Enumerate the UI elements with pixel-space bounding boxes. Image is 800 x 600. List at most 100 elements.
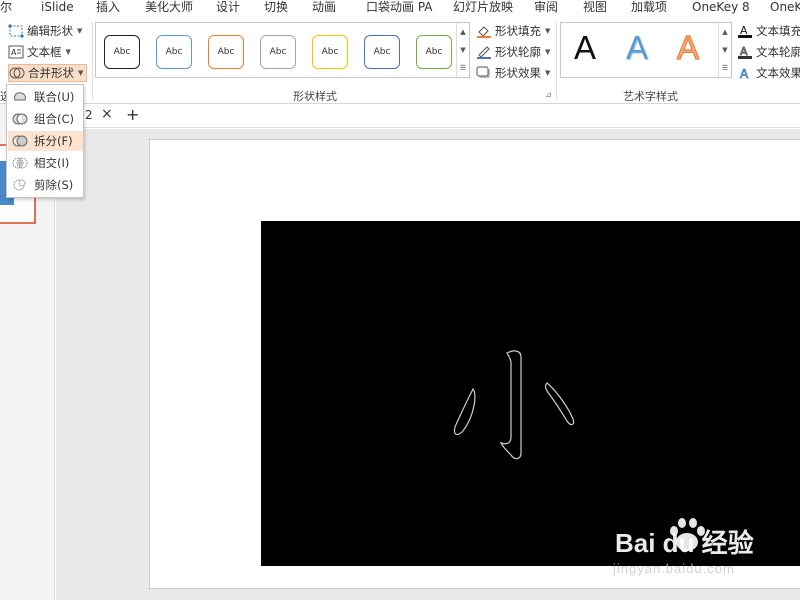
text-box-icon: A: [8, 45, 24, 59]
watermark-url: jingyan.baidu.com: [613, 561, 735, 576]
text-fill-button[interactable]: A 文本填充: [737, 22, 800, 40]
tab-beautify-master[interactable]: 美化大师: [145, 0, 193, 16]
merge-shapes-label: 合并形状: [28, 66, 74, 80]
chevron-down-icon: ▼: [77, 27, 83, 35]
shape-style-thumb[interactable]: Abc: [208, 35, 244, 69]
combine-icon: [12, 112, 28, 126]
wordart-scrollbar[interactable]: ▲ ▼ ☰: [718, 23, 731, 79]
shape-style-thumb[interactable]: Abc: [156, 35, 192, 69]
tab-design[interactable]: 设计: [216, 0, 240, 16]
shape-effects-button[interactable]: 形状效果 ▼: [476, 64, 550, 82]
menu-item-fragment[interactable]: 拆分(F): [8, 131, 83, 151]
subtract-icon: [12, 178, 28, 192]
shape-effects-icon: [476, 66, 492, 80]
menu-item-label: 相交(I): [34, 156, 70, 170]
svg-text:A: A: [740, 67, 749, 80]
shape-style-thumb[interactable]: Abc: [312, 35, 348, 69]
scroll-down-icon[interactable]: ▼: [457, 41, 469, 59]
shape-style-thumb[interactable]: Abc: [260, 35, 296, 69]
scroll-down-icon[interactable]: ▼: [719, 41, 731, 59]
dialog-launcher-icon[interactable]: ⊿: [545, 90, 552, 99]
gallery-more-icon[interactable]: ☰: [457, 59, 469, 77]
tab-onekey8[interactable]: OneKey 8: [692, 0, 750, 16]
glyph-xiao-shape[interactable]: [451, 331, 591, 471]
watermark-brand: Bai du 经验: [615, 528, 754, 558]
ribbon: 编辑形状 ▼ A 文本框 ▼ 合并形状 ▼ 选 Abc Abc Abc Abc …: [0, 18, 800, 104]
svg-text:A: A: [11, 48, 17, 57]
wordart-styles-group-label: 艺术字样式: [623, 90, 678, 103]
menu-item-combine[interactable]: 组合(C): [8, 109, 83, 129]
wordart-style-blue[interactable]: A: [626, 29, 648, 67]
shape-style-thumb[interactable]: Abc: [104, 35, 140, 69]
tab-transitions[interactable]: 切换: [264, 0, 288, 16]
add-tab-icon[interactable]: +: [126, 105, 139, 124]
merge-shapes-menu: 联合(U) 组合(C) 拆分(F) 相交(I) 剪除(S): [6, 84, 84, 198]
menu-item-intersect[interactable]: 相交(I): [8, 153, 83, 173]
text-outline-icon: A: [737, 45, 753, 59]
text-outline-button[interactable]: A 文本轮廓: [737, 43, 800, 61]
edit-shape-button[interactable]: 编辑形状 ▼: [8, 22, 82, 40]
menu-item-subtract[interactable]: 剪除(S): [8, 175, 83, 195]
text-box-label: 文本框: [27, 45, 62, 59]
menu-item-label: 剪除(S): [34, 178, 74, 192]
gallery-more-icon[interactable]: ☰: [719, 59, 731, 77]
fragment-icon: [12, 134, 28, 148]
wordart-gallery: A A A ▲ ▼ ☰: [560, 22, 732, 79]
pen-icon: [476, 45, 492, 59]
tab-islide[interactable]: iSlide: [41, 0, 74, 16]
shape-style-thumb[interactable]: Abc: [416, 35, 452, 69]
text-box-button[interactable]: A 文本框 ▼: [8, 43, 71, 61]
menu-item-label: 联合(U): [34, 90, 75, 104]
union-icon: [12, 90, 28, 104]
wordart-style-orange[interactable]: A: [676, 28, 699, 67]
chevron-down-icon: ▼: [545, 69, 551, 77]
shape-styles-gallery: Abc Abc Abc Abc Abc Abc Abc ▲ ▼ ☰: [95, 22, 470, 79]
tab-view[interactable]: 视图: [583, 0, 607, 16]
shape-outline-label: 形状轮廓: [495, 45, 541, 59]
tab-partial[interactable]: 尔: [0, 0, 12, 16]
menu-item-label: 拆分(F): [34, 134, 73, 148]
document-tab[interactable]: 2: [85, 108, 93, 122]
text-fill-label: 文本填充: [756, 24, 800, 38]
shape-outline-button[interactable]: 形状轮廓 ▼: [476, 43, 550, 61]
tab-insert[interactable]: 插入: [96, 0, 120, 16]
shape-effects-label: 形状效果: [495, 66, 541, 80]
shape-styles-group-label: 形状样式: [293, 90, 337, 103]
tab-onekey-cut[interactable]: OneK: [770, 0, 800, 16]
menu-item-union[interactable]: 联合(U): [8, 87, 83, 107]
shape-fill-label: 形状填充: [495, 24, 541, 38]
wordart-style-plain[interactable]: A: [574, 29, 596, 67]
scroll-up-icon[interactable]: ▲: [457, 23, 469, 41]
gallery-scrollbar[interactable]: ▲ ▼ ☰: [456, 23, 469, 79]
ribbon-separator: [92, 22, 93, 100]
menu-item-label: 组合(C): [34, 112, 75, 126]
edit-shape-label: 编辑形状: [27, 24, 73, 38]
text-effects-button[interactable]: A 文本效果: [737, 64, 800, 82]
merge-shapes-button[interactable]: 合并形状 ▼: [8, 64, 88, 82]
ribbon-tab-bar: 尔 iSlide 插入 美化大师 设计 切换 动画 口袋动画 PA 幻灯片放映 …: [0, 0, 800, 18]
shape-style-thumb[interactable]: Abc: [364, 35, 400, 69]
chevron-down-icon: ▼: [545, 48, 551, 56]
tab-slideshow[interactable]: 幻灯片放映: [453, 0, 513, 16]
intersect-icon: [12, 156, 28, 170]
merge-shapes-icon: [9, 66, 25, 80]
document-tab-bar: 2 × +: [55, 104, 800, 128]
shape-fill-button[interactable]: 形状填充 ▼: [476, 22, 550, 40]
text-effects-icon: A: [737, 66, 753, 82]
chevron-down-icon: ▼: [545, 27, 551, 35]
chevron-down-icon: ▼: [78, 69, 84, 77]
close-icon[interactable]: ×: [101, 106, 113, 122]
text-outline-label: 文本轮廓: [756, 45, 800, 59]
ribbon-separator: [556, 22, 557, 100]
tab-review[interactable]: 审阅: [534, 0, 558, 16]
text-effects-label: 文本效果: [756, 66, 800, 80]
paint-bucket-icon: [476, 24, 492, 38]
tab-addins[interactable]: 加载项: [631, 0, 667, 16]
chevron-down-icon: ▼: [65, 48, 71, 56]
text-fill-icon: A: [737, 24, 753, 38]
tab-animations[interactable]: 动画: [312, 0, 336, 16]
edit-shape-icon: [8, 24, 24, 38]
tab-pocket-animation[interactable]: 口袋动画 PA: [366, 0, 433, 16]
baidu-jingyan-watermark: Bai du 经验 jingyan.baidu.com: [613, 515, 793, 595]
scroll-up-icon[interactable]: ▲: [719, 23, 731, 41]
